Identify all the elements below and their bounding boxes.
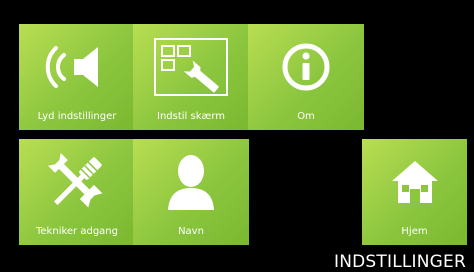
screen-settings-icon <box>133 34 249 100</box>
person-icon <box>133 149 249 215</box>
settings-screen: Lyd indstillinger Indstil skærm Om Tekni… <box>0 0 474 272</box>
screen-settings-tile[interactable]: Indstil skærm <box>133 24 249 130</box>
speaker-icon <box>19 34 135 100</box>
about-tile[interactable]: Om <box>248 24 364 130</box>
page-title: INDSTILLINGER <box>333 252 466 272</box>
screen-settings-label: Indstil skærm <box>157 111 225 122</box>
tools-icon <box>19 149 135 215</box>
home-label: Hjem <box>401 226 428 237</box>
about-label: Om <box>297 111 315 122</box>
info-icon <box>248 34 364 100</box>
technician-access-label: Tekniker adgang <box>36 226 118 237</box>
sound-settings-tile[interactable]: Lyd indstillinger <box>19 24 135 130</box>
home-tile[interactable]: Hjem <box>362 139 467 245</box>
sound-settings-label: Lyd indstillinger <box>37 111 117 122</box>
name-label: Navn <box>178 226 204 237</box>
home-icon <box>362 149 467 215</box>
technician-access-tile[interactable]: Tekniker adgang <box>19 139 135 245</box>
name-tile[interactable]: Navn <box>133 139 249 245</box>
